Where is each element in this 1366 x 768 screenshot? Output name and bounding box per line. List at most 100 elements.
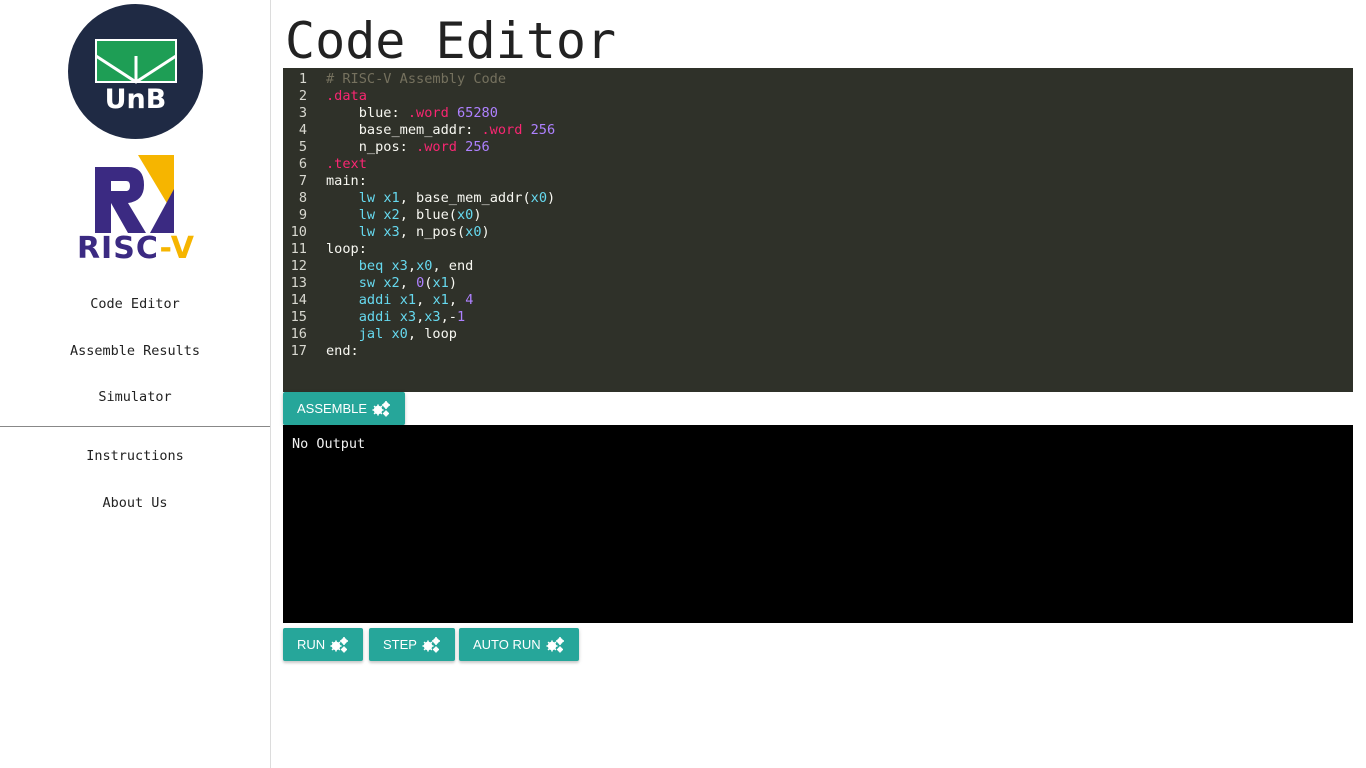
- code-token: ,-: [440, 309, 457, 325]
- code-text: loop:: [326, 241, 367, 258]
- code-text: jal x0, loop: [326, 326, 457, 343]
- code-text: lw x1, base_mem_addr(x0): [326, 190, 555, 207]
- output-text: No Output: [292, 436, 366, 452]
- step-button-label: STEP: [383, 637, 417, 652]
- line-number: 4: [298, 122, 307, 138]
- assemble-button[interactable]: ASSEMBLE: [283, 392, 406, 425]
- code-line[interactable]: 1 # RISC-V Assembly Code: [283, 71, 1353, 88]
- code-token: 4: [465, 292, 474, 308]
- code-text: addi x3,x3,-1: [326, 309, 465, 326]
- gears-icon: [545, 636, 565, 654]
- code-token: n_pos:: [326, 139, 417, 155]
- line-number: 11: [290, 241, 307, 257]
- page-title: Code Editor: [285, 12, 617, 70]
- line-number: 8: [298, 190, 307, 206]
- code-token: addi: [358, 292, 392, 308]
- code-token: , loop: [407, 326, 457, 342]
- line-number: 5: [298, 139, 307, 155]
- line-number: 13: [290, 275, 307, 291]
- line-number: 6: [298, 156, 307, 172]
- code-token: x0: [416, 258, 433, 274]
- code-line[interactable]: 11 loop:: [283, 241, 1353, 258]
- auto-run-button[interactable]: AUTO RUN: [459, 628, 579, 661]
- code-token: x1: [399, 292, 417, 308]
- code-token: ,: [407, 258, 417, 274]
- code-line[interactable]: 9 lw x2, blue(x0): [283, 207, 1353, 224]
- code-token: .text: [326, 156, 367, 172]
- assemble-button-label: ASSEMBLE: [297, 401, 368, 416]
- line-number: 2: [298, 88, 307, 104]
- code-text: # RISC-V Assembly Code: [326, 71, 506, 88]
- nav-assemble-results[interactable]: Assemble Results: [0, 343, 270, 359]
- line-number: 3: [298, 105, 307, 121]
- code-token: base_mem_addr:: [326, 122, 482, 138]
- code-token: , end: [432, 258, 474, 274]
- riscv-logo-letters: RISC: [76, 231, 160, 266]
- code-token: ): [473, 207, 482, 223]
- code-line[interactable]: 14 addi x1, x1, 4: [283, 292, 1353, 309]
- code-token: , n_pos(: [399, 224, 466, 240]
- code-token: .word: [416, 139, 457, 155]
- line-number: 10: [290, 224, 307, 240]
- code-token: sw: [358, 275, 376, 291]
- code-token: 1: [457, 309, 466, 325]
- nav-instructions[interactable]: Instructions: [0, 448, 270, 464]
- run-button[interactable]: RUN: [283, 628, 364, 661]
- unb-logo: UnB: [68, 4, 203, 139]
- nav-about-us[interactable]: About Us: [0, 495, 270, 511]
- code-line[interactable]: 7 main:: [283, 173, 1353, 190]
- step-button[interactable]: STEP: [369, 628, 455, 661]
- code-token: x1: [383, 190, 400, 206]
- code-token: .word: [407, 105, 449, 121]
- code-line[interactable]: 2 .data: [283, 88, 1353, 105]
- code-line[interactable]: 12 beq x3,x0, end: [283, 258, 1353, 275]
- code-token: blue:: [326, 105, 408, 121]
- line-number: 9: [298, 207, 307, 223]
- riscv-logo-text: RISC-V: [66, 233, 206, 265]
- unb-logo-text: UnB: [104, 84, 167, 115]
- code-line[interactable]: 4 base_mem_addr: .word 256: [283, 122, 1353, 139]
- nav-code-editor[interactable]: Code Editor: [0, 296, 270, 312]
- sidebar: UnB RISC-V Code Editor Assemble Results …: [0, 0, 271, 768]
- code-token: lw: [358, 207, 376, 223]
- code-line[interactable]: 5 n_pos: .word 256: [283, 139, 1353, 156]
- code-token: x2: [383, 207, 400, 223]
- gears-icon: [329, 636, 349, 654]
- code-token: x1: [432, 275, 449, 291]
- code-editor[interactable]: 1 # RISC-V Assembly Code 2 .data 3 blue: .wo…: [283, 68, 1353, 392]
- code-line[interactable]: 10 lw x3, n_pos(x0): [283, 224, 1353, 241]
- code-token: addi: [358, 309, 392, 325]
- line-number: 16: [290, 326, 307, 342]
- code-token: x1: [432, 292, 449, 308]
- code-text: base_mem_addr: .word 256: [326, 122, 555, 139]
- code-token: ): [481, 224, 490, 240]
- line-number: 7: [298, 173, 307, 189]
- line-number: 14: [290, 292, 307, 308]
- code-line[interactable]: 13 sw x2, 0(x1): [283, 275, 1353, 292]
- code-token: beq: [358, 258, 384, 274]
- code-line[interactable]: 8 lw x1, base_mem_addr(x0): [283, 190, 1353, 207]
- code-token: , blue(: [399, 207, 457, 223]
- code-token: lw: [358, 224, 376, 240]
- code-line[interactable]: 3 blue: .word 65280: [283, 105, 1353, 122]
- code-text: n_pos: .word 256: [326, 139, 490, 156]
- code-line[interactable]: 16 jal x0, loop: [283, 326, 1353, 343]
- code-line[interactable]: 15 addi x3,x3,-1: [283, 309, 1353, 326]
- code-text: end:: [326, 343, 359, 360]
- nav-simulator[interactable]: Simulator: [0, 389, 270, 405]
- code-line[interactable]: 6 .text: [283, 156, 1353, 173]
- code-token: , base_mem_addr(: [399, 190, 531, 206]
- code-token: x3: [399, 309, 417, 325]
- code-token: x2: [383, 275, 400, 291]
- code-line[interactable]: 17 end:: [283, 343, 1353, 360]
